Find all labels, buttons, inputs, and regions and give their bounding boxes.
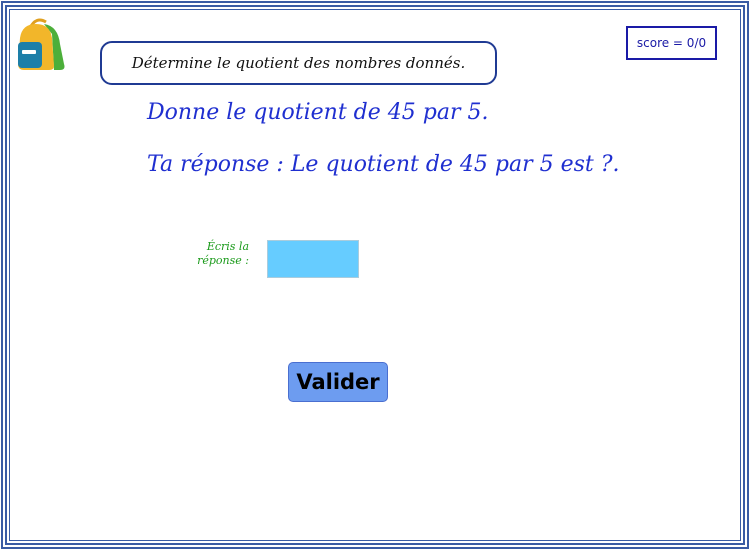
backpack-icon (18, 18, 65, 70)
question-text: Donne le quotient de 45 par 5. (147, 100, 489, 125)
frame-border-middle (5, 5, 745, 545)
instruction-text: Détermine le quotient des nombres donnés… (131, 54, 466, 72)
answer-input[interactable] (267, 240, 359, 278)
answer-label-line-2: réponse : (197, 254, 249, 267)
validate-button[interactable]: Valider (288, 362, 388, 402)
answer-label-line-1: Écris la (206, 240, 249, 253)
score-box: score = 0/0 (626, 26, 717, 60)
exercise-frame: Détermine le quotient des nombres donnés… (0, 0, 750, 550)
answer-field-label: Écris la réponse : (183, 240, 249, 268)
answer-prompt-text: Ta réponse : Le quotient de 45 par 5 est… (147, 152, 620, 177)
score-text: score = 0/0 (636, 36, 707, 50)
instruction-box: Détermine le quotient des nombres donnés… (100, 41, 497, 85)
frame-border-inner (9, 9, 741, 541)
